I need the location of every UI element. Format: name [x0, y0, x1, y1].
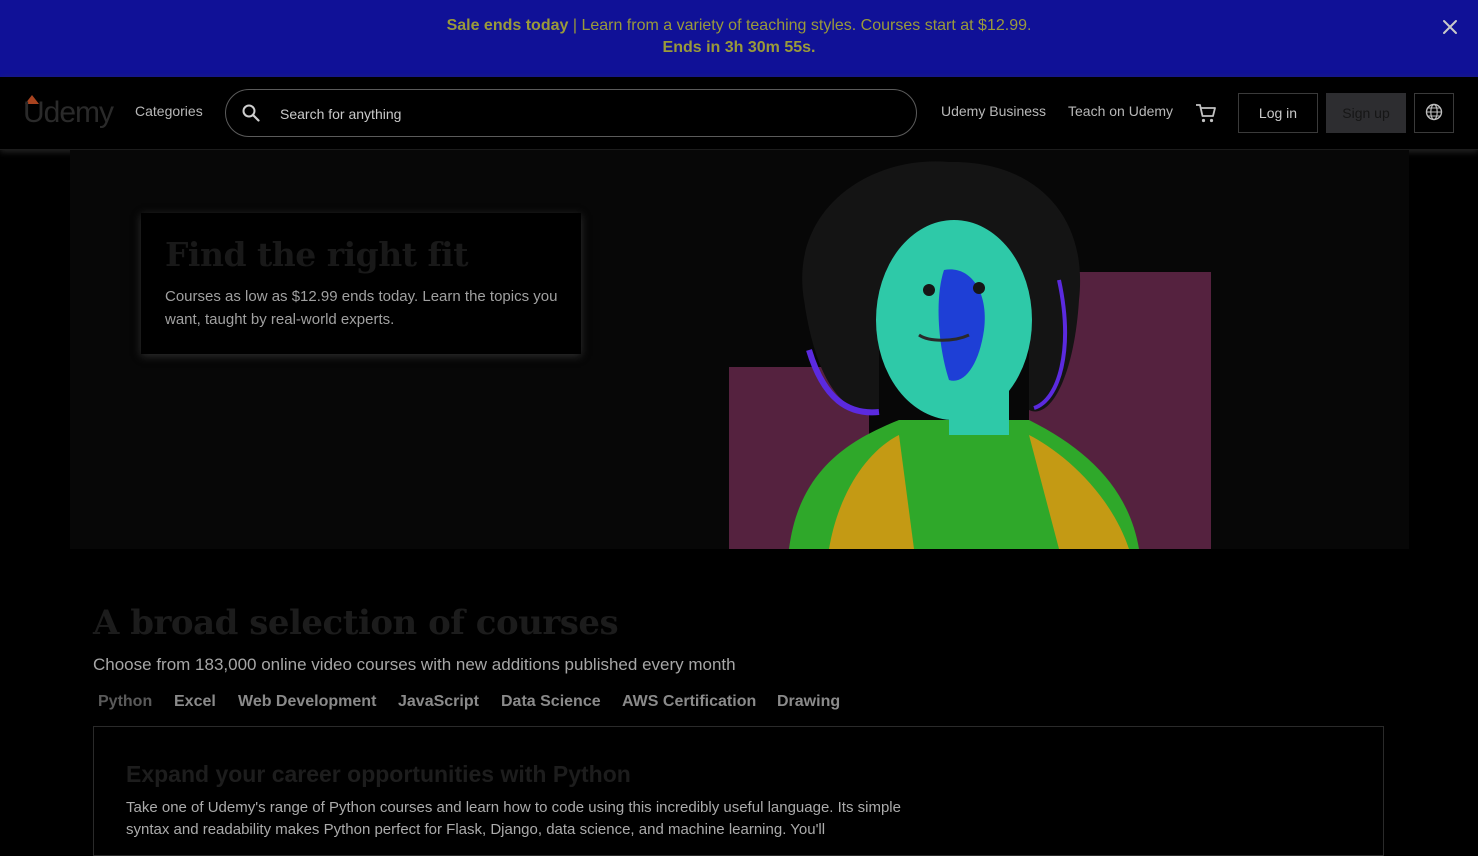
globe-icon — [1425, 103, 1443, 124]
tab-javascript[interactable]: JavaScript — [398, 693, 479, 711]
section-title: A broad selection of courses — [93, 603, 619, 643]
tab-python[interactable]: Python — [98, 693, 152, 711]
section-subtitle: Choose from 183,000 online video courses… — [93, 655, 736, 674]
banner-message-text: | Learn from a variety of teaching style… — [568, 17, 1032, 34]
hero-section: Find the right fit Courses as low as $12… — [70, 150, 1409, 549]
close-icon[interactable] — [1440, 17, 1460, 37]
tab-excel[interactable]: Excel — [174, 693, 216, 711]
signup-button[interactable]: Sign up — [1326, 93, 1406, 133]
search-bar[interactable] — [225, 89, 917, 137]
categories-link[interactable]: Categories — [135, 103, 203, 119]
hero-card: Find the right fit Courses as low as $12… — [141, 213, 581, 354]
hero-text: Courses as low as $12.99 ends today. Lea… — [165, 288, 558, 328]
banner-message: Sale ends today | Learn from a variety o… — [0, 17, 1478, 35]
sale-banner: Sale ends today | Learn from a variety o… — [0, 0, 1478, 77]
tab-drawing[interactable]: Drawing — [777, 693, 840, 711]
site-header: Udemy Categories Udemy Business Teach on… — [0, 77, 1478, 150]
hero-title: Find the right fit — [165, 235, 468, 274]
panel-text: Take one of Udemy's range of Python cour… — [126, 799, 901, 838]
banner-sale-label: Sale ends today — [446, 17, 569, 34]
hero-illustration — [729, 150, 1211, 549]
cart-icon[interactable] — [1194, 101, 1218, 125]
tab-aws-certification[interactable]: AWS Certification — [622, 693, 756, 711]
udemy-logo[interactable]: Udemy — [23, 92, 118, 132]
tab-web-development[interactable]: Web Development — [238, 693, 376, 711]
udemy-business-link[interactable]: Udemy Business — [941, 103, 1046, 119]
banner-countdown: Ends in 3h 30m 55s. — [662, 39, 816, 56]
login-button[interactable]: Log in — [1238, 93, 1318, 133]
search-icon[interactable] — [242, 104, 260, 122]
tab-data-science[interactable]: Data Science — [501, 693, 601, 711]
panel-title: Expand your career opportunities with Py… — [126, 761, 631, 787]
language-button[interactable] — [1414, 93, 1454, 133]
teach-on-udemy-link[interactable]: Teach on Udemy — [1068, 103, 1173, 119]
search-input[interactable] — [278, 102, 882, 126]
logo-text: Udemy — [23, 96, 114, 129]
